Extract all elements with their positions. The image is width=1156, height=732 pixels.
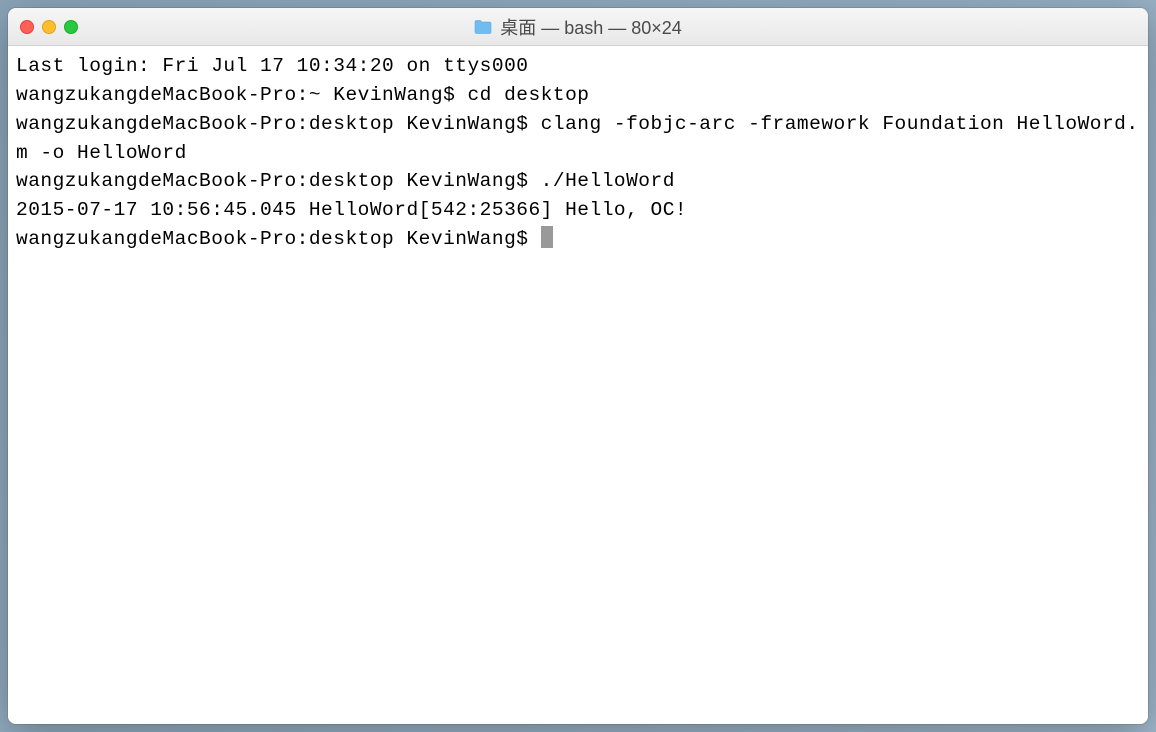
- title-group: 桌面 — bash — 80×24: [474, 14, 682, 40]
- terminal-line: 2015-07-17 10:56:45.045 HelloWord[542:25…: [16, 199, 687, 221]
- titlebar[interactable]: 桌面 — bash — 80×24: [8, 8, 1148, 46]
- terminal-window: 桌面 — bash — 80×24 Last login: Fri Jul 17…: [8, 8, 1148, 724]
- terminal-line: wangzukangdeMacBook-Pro:desktop KevinWan…: [16, 113, 1139, 164]
- terminal-line: wangzukangdeMacBook-Pro:~ KevinWang$ cd …: [16, 84, 590, 106]
- terminal-line: wangzukangdeMacBook-Pro:desktop KevinWan…: [16, 170, 675, 192]
- traffic-lights: [8, 20, 78, 34]
- folder-icon: [474, 20, 492, 34]
- terminal-line: Last login: Fri Jul 17 10:34:20 on ttys0…: [16, 55, 528, 77]
- terminal-prompt: wangzukangdeMacBook-Pro:desktop KevinWan…: [16, 228, 541, 250]
- window-title: 桌面 — bash — 80×24: [500, 14, 682, 40]
- maximize-button[interactable]: [64, 20, 78, 34]
- terminal-body[interactable]: Last login: Fri Jul 17 10:34:20 on ttys0…: [8, 46, 1148, 724]
- close-button[interactable]: [20, 20, 34, 34]
- cursor: [541, 226, 553, 248]
- minimize-button[interactable]: [42, 20, 56, 34]
